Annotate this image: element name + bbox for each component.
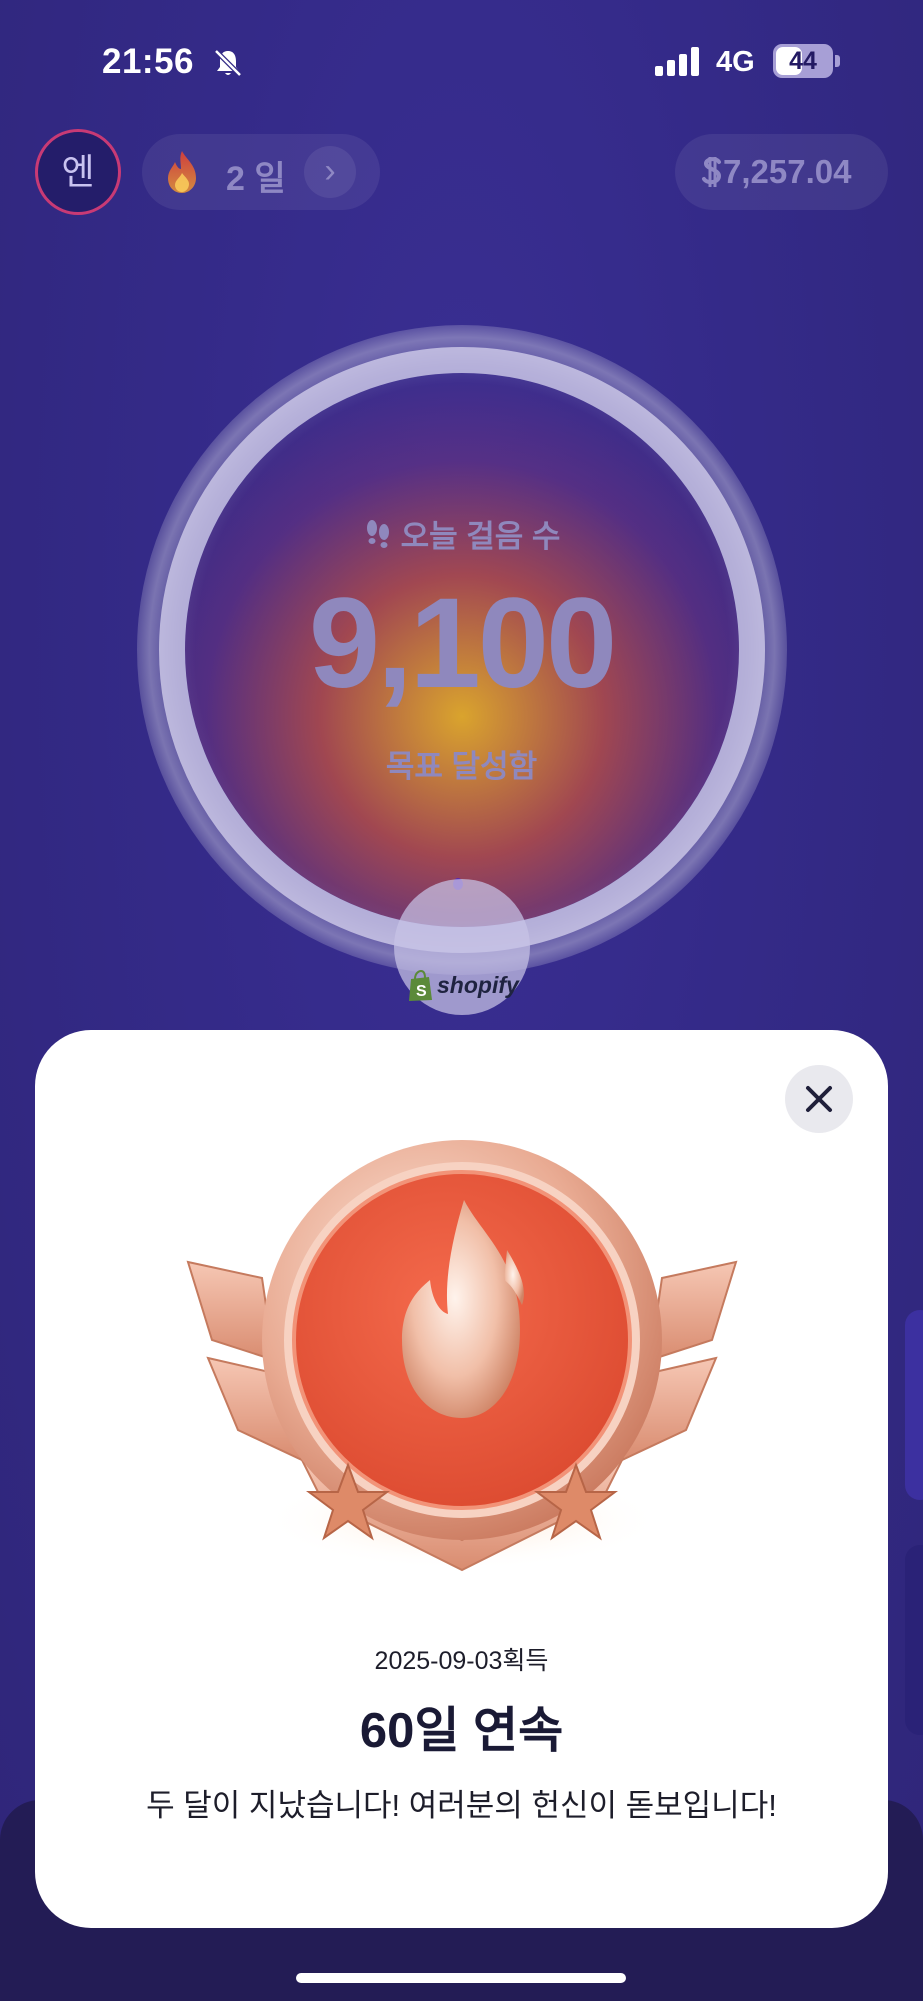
streak-pill[interactable]: 2 일 › [142,134,380,210]
streak-label: 2 일 [226,160,286,198]
network-label: 4G [716,46,755,78]
sponsor-name: shopify [437,972,519,998]
shopify-bag-icon: S [409,970,432,1001]
achievement-title: 60일 연속 [359,1704,564,1758]
signal-icon [655,47,699,76]
streak-badge-image [186,1140,738,1572]
step-count: 9,100 [308,572,617,715]
battery-icon: 44 [773,44,843,80]
shopify-logo: S shopify [407,970,519,1004]
chevron-right-icon[interactable]: › [304,146,356,198]
close-icon [806,1086,832,1112]
today-steps-label: 오늘 걸음 수 [400,519,561,554]
status-time: 21:56 [102,42,195,81]
coin-amount: 7,257.04 [723,153,852,190]
footprints-icon [366,520,389,548]
today-steps-caption: 오늘 걸음 수 [0,511,923,556]
close-button[interactable] [785,1065,853,1133]
achievement-description: 두 달이 지났습니다! 여러분의 헌신이 돋보입니다! [146,1788,777,1823]
coin-icon [702,157,722,187]
svg-text:S: S [416,983,427,1000]
coin-balance[interactable]: 7,257.04 [675,134,888,210]
goal-status: 목표 달성함 [385,749,538,784]
status-bar: 21:56 4G 44 [0,0,923,120]
earned-date: 2025-09-03획득 [374,1647,549,1675]
fire-icon [168,151,196,193]
side-card-partial [905,1310,923,1500]
home-indicator[interactable] [296,1973,626,1983]
bell-muted-icon [214,49,242,77]
battery-level: 44 [789,47,817,75]
avatar[interactable]: 엔 [35,129,121,215]
